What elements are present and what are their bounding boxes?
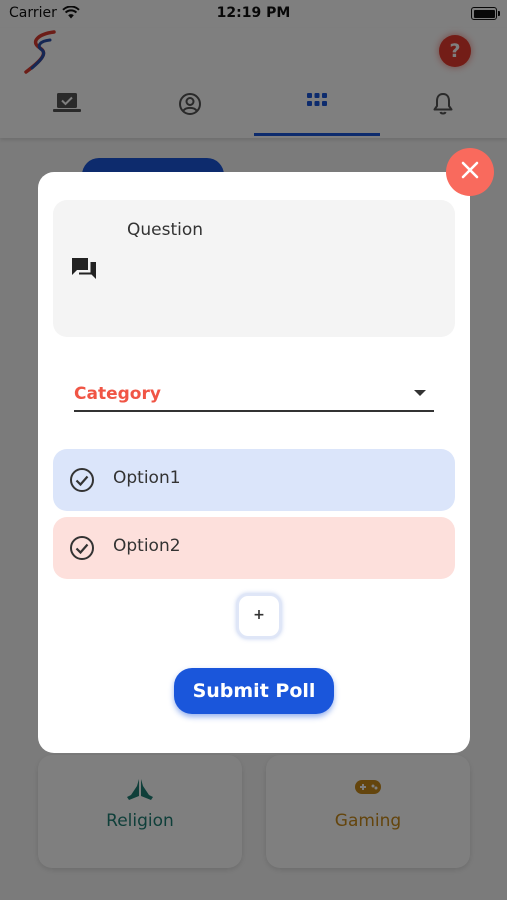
category-dropdown[interactable]: Category [74,376,434,412]
option-label: Option2 [113,536,181,556]
check-circle-icon [69,535,95,565]
poll-option-2[interactable]: Option2 [53,517,455,579]
caret-down-icon [414,390,426,396]
question-placeholder: Question [127,220,204,240]
add-option-button[interactable]: + [236,593,282,639]
option-label: Option1 [113,468,181,488]
close-icon [461,161,479,183]
close-modal-button[interactable] [446,148,494,196]
submit-poll-button[interactable]: Submit Poll [174,668,334,714]
poll-option-1[interactable]: Option1 [53,449,455,511]
category-label: Category [74,384,161,404]
create-poll-modal: Question Category Option1 Option2 + Subm… [38,172,470,753]
question-input[interactable]: Question [53,200,455,337]
forum-icon [70,256,98,286]
app-screen: Carrier 12:19 PM ? [0,0,507,900]
check-circle-icon [69,467,95,497]
